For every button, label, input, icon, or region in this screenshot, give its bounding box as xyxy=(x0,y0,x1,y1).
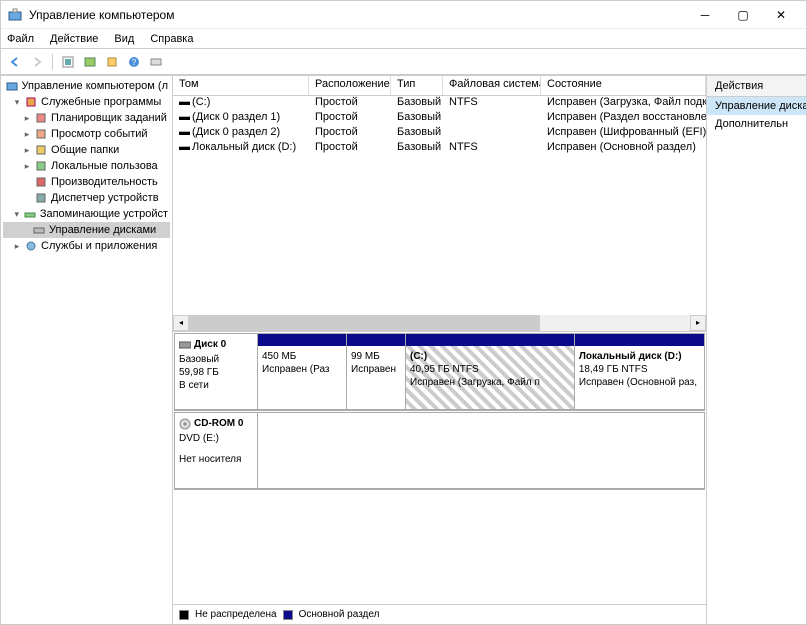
legend: Не распределена Основной раздел xyxy=(173,604,706,624)
expand-icon[interactable]: ▸ xyxy=(11,241,23,252)
disk-info[interactable]: Диск 0 Базовый 59,98 ГБ В сети xyxy=(174,333,258,410)
volume-row[interactable]: ▬ Локальный диск (D:)ПростойБазовыйNTFSИ… xyxy=(173,141,706,156)
actions-more[interactable]: Дополнительн xyxy=(707,115,806,133)
tree-systools-item[interactable]: Диспетчер устройств xyxy=(3,190,170,206)
tree-services[interactable]: ▸ Службы и приложения xyxy=(3,238,170,254)
close-button[interactable]: ✕ xyxy=(762,3,800,27)
volume-row[interactable]: ▬ (Диск 0 раздел 2)ПростойБазовыйИсправе… xyxy=(173,126,706,141)
col-layout[interactable]: Расположение xyxy=(309,76,391,95)
actions-panel: Действия Управление диска Дополнительн xyxy=(706,76,806,624)
tree-systools[interactable]: ▾ Служебные программы xyxy=(3,94,170,110)
expand-icon[interactable]: ▾ xyxy=(11,209,22,220)
app-icon xyxy=(7,7,23,23)
help-button[interactable]: ? xyxy=(124,52,144,72)
toolbar: ? xyxy=(1,49,806,75)
expand-icon[interactable]: ▸ xyxy=(21,129,33,140)
disk-graphical-view: Диск 0 Базовый 59,98 ГБ В сети 450 МБИсп… xyxy=(173,332,706,604)
item-icon xyxy=(33,159,49,173)
disk-row-0[interactable]: Диск 0 Базовый 59,98 ГБ В сети 450 МБИсп… xyxy=(174,333,705,411)
col-status[interactable]: Состояние xyxy=(541,76,706,95)
disk-0-partitions: 450 МБИсправен (Раз 99 МБИсправен (C:)40… xyxy=(258,333,705,410)
legend-swatch-unallocated xyxy=(179,610,189,620)
volume-row[interactable]: ▬ (Диск 0 раздел 1)ПростойБазовыйИсправе… xyxy=(173,111,706,126)
computer-icon xyxy=(5,79,20,93)
tree-systools-item[interactable]: ▸Общие папки xyxy=(3,142,170,158)
expand-icon[interactable]: ▸ xyxy=(21,161,33,172)
tree-systools-item[interactable]: ▸Локальные пользова xyxy=(3,158,170,174)
toolbar-btn-3[interactable] xyxy=(102,52,122,72)
menubar: Файл Действие Вид Справка xyxy=(1,29,806,49)
expand-icon[interactable]: ▸ xyxy=(21,145,33,156)
volume-icon: ▬ xyxy=(179,126,189,138)
refresh-button[interactable] xyxy=(80,52,100,72)
volume-list-header: Том Расположение Тип Файловая система Со… xyxy=(173,76,706,96)
partition-d[interactable]: Локальный диск (D:)18,49 ГБ NTFSИсправен… xyxy=(574,333,705,410)
partition-1[interactable]: 99 МБИсправен xyxy=(346,333,406,410)
volume-icon: ▬ xyxy=(179,96,189,108)
toolbar-btn-5[interactable] xyxy=(146,52,166,72)
col-fs[interactable]: Файловая система xyxy=(443,76,541,95)
horizontal-scrollbar[interactable]: ◂ ▸ xyxy=(173,314,706,331)
back-button[interactable] xyxy=(5,52,25,72)
menu-action[interactable]: Действие xyxy=(50,33,98,45)
volume-icon: ▬ xyxy=(179,111,189,123)
expand-icon[interactable]: ▸ xyxy=(21,113,33,124)
cdrom-icon xyxy=(179,418,191,430)
disk-icon xyxy=(31,223,47,237)
col-type[interactable]: Тип xyxy=(391,76,443,95)
cdrom-info[interactable]: CD-ROM 0 DVD (E:) Нет носителя xyxy=(174,412,258,489)
storage-icon xyxy=(22,207,37,221)
toolbar-btn-1[interactable] xyxy=(58,52,78,72)
tree-root[interactable]: Управление компьютером (л xyxy=(3,78,170,94)
disk-row-cdrom[interactable]: CD-ROM 0 DVD (E:) Нет носителя xyxy=(174,412,705,490)
item-icon xyxy=(33,175,49,189)
partition-0[interactable]: 450 МБИсправен (Раз xyxy=(257,333,347,410)
scroll-track[interactable] xyxy=(189,315,690,331)
actions-heading: Действия xyxy=(707,76,806,97)
tools-icon xyxy=(23,95,39,109)
maximize-button[interactable]: ▢ xyxy=(724,3,762,27)
legend-swatch-primary xyxy=(283,610,293,620)
forward-button[interactable] xyxy=(27,52,47,72)
item-icon xyxy=(33,127,49,141)
tree-systools-item[interactable]: ▸Просмотр событий xyxy=(3,126,170,142)
tree-diskmgmt[interactable]: Управление дисками xyxy=(3,222,170,238)
window-title: Управление компьютером xyxy=(29,8,686,22)
item-icon xyxy=(33,143,49,157)
center-panel: Том Расположение Тип Файловая система Со… xyxy=(173,76,706,624)
expand-icon[interactable]: ▾ xyxy=(11,97,23,108)
actions-diskmgmt[interactable]: Управление диска xyxy=(707,97,806,115)
scroll-left-button[interactable]: ◂ xyxy=(173,315,189,331)
titlebar: Управление компьютером ─ ▢ ✕ xyxy=(1,1,806,29)
disk-icon xyxy=(179,340,191,350)
scroll-thumb[interactable] xyxy=(189,315,540,331)
tree-storage[interactable]: ▾ Запоминающие устройст xyxy=(3,206,170,222)
col-volume[interactable]: Том xyxy=(173,76,309,95)
menu-view[interactable]: Вид xyxy=(114,33,134,45)
tree-systools-item[interactable]: ▸Планировщик заданий xyxy=(3,110,170,126)
menu-file[interactable]: Файл xyxy=(7,33,34,45)
menu-help[interactable]: Справка xyxy=(150,33,193,45)
tree-systools-item[interactable]: Производительность xyxy=(3,174,170,190)
partition-c[interactable]: (C:)40,95 ГБ NTFSИсправен (Загрузка, Фай… xyxy=(405,333,575,410)
minimize-button[interactable]: ─ xyxy=(686,3,724,27)
item-icon xyxy=(33,111,49,125)
item-icon xyxy=(33,191,49,205)
volume-icon: ▬ xyxy=(179,141,189,153)
services-icon xyxy=(23,239,39,253)
volume-row[interactable]: ▬ (C:)ПростойБазовыйNTFSИсправен (Загруз… xyxy=(173,96,706,111)
svg-text:?: ? xyxy=(132,58,137,67)
navigation-tree[interactable]: Управление компьютером (л ▾ Служебные пр… xyxy=(1,76,173,624)
scroll-right-button[interactable]: ▸ xyxy=(690,315,706,331)
volume-list[interactable]: Том Расположение Тип Файловая система Со… xyxy=(173,76,706,332)
